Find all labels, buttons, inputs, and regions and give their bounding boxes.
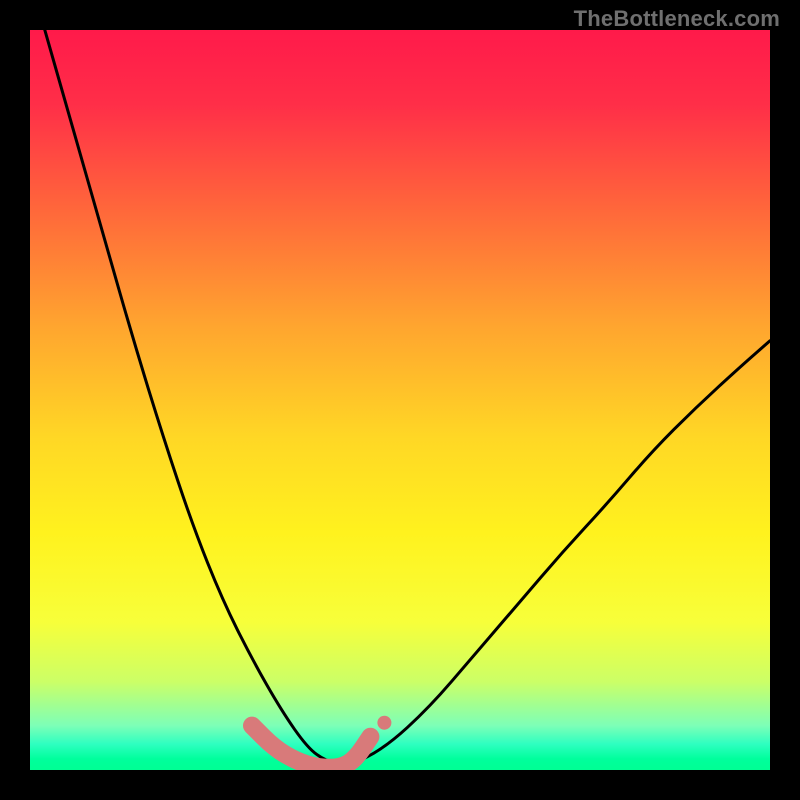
bottleneck-chart <box>30 30 770 770</box>
plot-area <box>30 30 770 770</box>
outer-frame: TheBottleneck.com <box>0 0 800 800</box>
attribution-text: TheBottleneck.com <box>574 6 780 32</box>
trough-end-dot <box>377 716 391 730</box>
gradient-background <box>30 30 770 770</box>
